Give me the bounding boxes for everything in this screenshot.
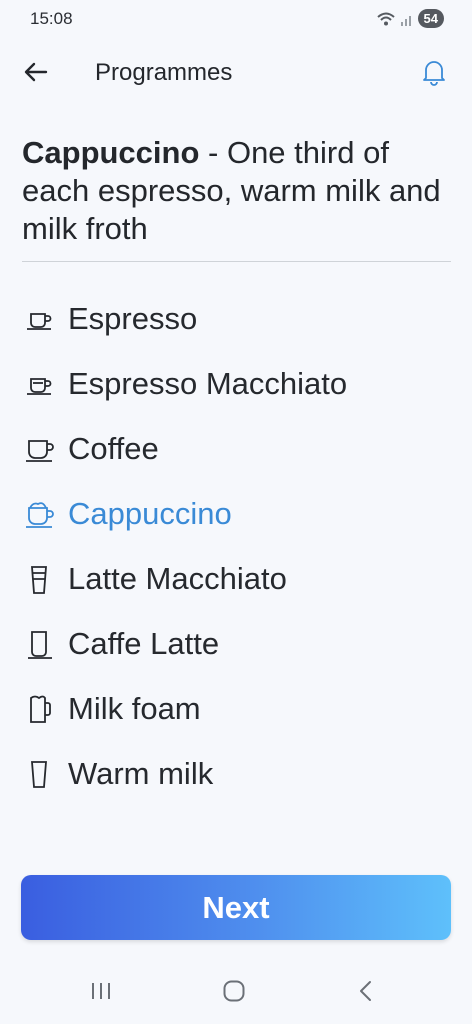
programme-item[interactable]: Espresso Macchiato bbox=[0, 351, 472, 416]
espresso-macchiato-icon bbox=[22, 367, 56, 401]
programme-label: Milk foam bbox=[68, 690, 201, 726]
tall-cup-icon bbox=[22, 627, 56, 661]
programme-item[interactable]: Latte Macchiato bbox=[0, 546, 472, 611]
coffee-cup-icon bbox=[22, 432, 56, 466]
back-icon bbox=[357, 980, 375, 1007]
programme-label: Cappuccino bbox=[68, 495, 232, 531]
programme-item[interactable]: Ristretto bbox=[0, 266, 472, 286]
navigation-bar bbox=[0, 960, 472, 1024]
programme-item[interactable]: Warm milk bbox=[0, 741, 472, 806]
app-bar: Programmes bbox=[0, 44, 472, 102]
status-icons: 54 bbox=[376, 9, 444, 28]
programme-item[interactable]: Espresso bbox=[0, 286, 472, 351]
espresso-cup-icon bbox=[22, 266, 56, 271]
next-button[interactable]: Next bbox=[21, 875, 451, 940]
programme-label: Espresso Macchiato bbox=[68, 365, 348, 401]
programme-label: Warm milk bbox=[68, 755, 214, 791]
programme-list[interactable]: Ristretto Espresso Espresso Macchiato Coffe… bbox=[0, 266, 472, 846]
latte-glass-icon bbox=[22, 562, 56, 596]
programme-label: Ristretto bbox=[68, 266, 183, 272]
divider bbox=[22, 261, 451, 262]
cappuccino-cup-icon bbox=[22, 497, 56, 531]
home-button[interactable] bbox=[214, 978, 254, 1008]
wifi-icon bbox=[376, 11, 396, 27]
status-time: 15:08 bbox=[30, 9, 73, 28]
bell-icon bbox=[421, 58, 447, 91]
programme-label: Espresso bbox=[68, 300, 198, 336]
programme-item[interactable]: Caffe Latte bbox=[0, 611, 472, 676]
programme-item[interactable]: Milk foam bbox=[0, 676, 472, 741]
programme-description: Cappuccino - One third of each espresso,… bbox=[22, 134, 442, 248]
signal-icon bbox=[400, 12, 414, 26]
status-bar: 15:08 54 bbox=[0, 0, 472, 40]
programme-item[interactable]: Coffee bbox=[0, 416, 472, 481]
selected-programme-name: Cappuccino bbox=[22, 135, 200, 170]
programme-label: Coffee bbox=[68, 430, 159, 466]
system-back-button[interactable] bbox=[346, 978, 386, 1008]
espresso-cup-icon bbox=[22, 302, 56, 336]
milk-glass-icon bbox=[22, 757, 56, 791]
back-button[interactable] bbox=[14, 52, 58, 96]
programme-label: Caffe Latte bbox=[68, 625, 220, 661]
milk-foam-glass-icon bbox=[22, 692, 56, 726]
programme-label: Latte Macchiato bbox=[68, 560, 287, 596]
battery-badge: 54 bbox=[417, 9, 444, 28]
home-icon bbox=[222, 979, 246, 1008]
programme-list-track: Ristretto Espresso Espresso Macchiato Coffe… bbox=[0, 266, 472, 806]
recent-apps-icon bbox=[90, 981, 112, 1006]
page-title: Programmes bbox=[95, 59, 233, 86]
programme-item[interactable]: Cappuccino bbox=[0, 481, 472, 546]
recent-apps-button[interactable] bbox=[81, 978, 121, 1008]
back-arrow-icon bbox=[24, 62, 48, 87]
notifications-button[interactable] bbox=[412, 52, 456, 96]
